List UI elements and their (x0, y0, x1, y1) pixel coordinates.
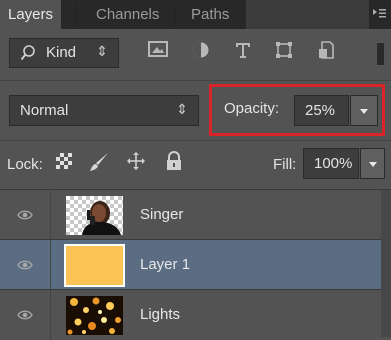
filter-kind-dropdown[interactable]: Kind ⇕ (9, 38, 119, 68)
layer-row-lights[interactable]: Lights (0, 290, 391, 340)
column-divider (50, 290, 51, 340)
updown-arrows-icon: ⇕ (176, 101, 188, 117)
fill-slider-button[interactable] (360, 148, 385, 179)
fill-label: Fill: (273, 156, 297, 173)
image-filter-icon[interactable] (145, 40, 171, 66)
tab-layers[interactable]: Layers (0, 0, 62, 29)
visibility-toggle[interactable] (0, 240, 50, 290)
smart-object-filter-icon[interactable] (313, 40, 339, 66)
fill-input[interactable]: 100% (303, 148, 359, 179)
lock-label: Lock: (7, 156, 43, 173)
layer-row-layer-1[interactable]: Layer 1 (0, 240, 391, 290)
layer-name[interactable]: Lights (140, 306, 180, 323)
blend-mode-value: Normal (20, 102, 69, 119)
dropdown-arrow-icon (368, 161, 377, 167)
search-icon (20, 44, 36, 62)
layer-thumbnail (66, 196, 123, 235)
opacity-input[interactable]: 25% (294, 95, 349, 126)
eye-icon (17, 210, 33, 220)
divider (0, 80, 391, 81)
filter-kind-label: Kind (46, 44, 77, 61)
tab-channels[interactable]: Channels (88, 0, 167, 29)
layer-name[interactable]: Layer 1 (140, 256, 190, 273)
divider (0, 140, 391, 141)
layers-panel: Layers Channels Paths Kind ⇕ Normal ⇕ Op… (0, 0, 391, 340)
shape-filter-icon[interactable] (271, 40, 297, 66)
column-divider (50, 190, 51, 240)
column-divider (50, 240, 51, 290)
lock-transparent-pixels-icon[interactable] (51, 151, 77, 177)
layer-thumbnail (66, 296, 123, 335)
lock-position-icon[interactable] (123, 151, 149, 177)
tab-divider (76, 5, 77, 25)
eye-icon (17, 310, 33, 320)
blend-mode-dropdown[interactable]: Normal ⇕ (9, 95, 199, 126)
filter-toggle-switch[interactable] (376, 42, 385, 66)
layers-scrollbar[interactable] (381, 190, 391, 337)
layer-name[interactable]: Singer (140, 206, 183, 223)
dropdown-arrow-icon (360, 108, 368, 114)
opacity-label: Opacity: (224, 100, 280, 117)
tab-bar-filler (246, 0, 369, 29)
opacity-slider-button[interactable] (350, 95, 378, 126)
layer-thumbnail (66, 246, 123, 285)
visibility-toggle[interactable] (0, 190, 50, 240)
layer-row-singer[interactable]: Singer (0, 190, 391, 240)
type-filter-icon[interactable] (230, 40, 256, 66)
visibility-toggle[interactable] (0, 290, 50, 340)
adjustment-filter-icon[interactable] (188, 40, 214, 66)
lock-image-pixels-icon[interactable] (86, 151, 112, 177)
updown-arrows-icon: ⇕ (96, 43, 108, 59)
tab-divider (174, 5, 175, 25)
panel-tab-bar: Layers Channels Paths (0, 0, 391, 29)
eye-icon (17, 260, 33, 270)
lock-all-icon[interactable] (161, 151, 187, 177)
opacity-value: 25% (305, 102, 336, 119)
fill-value: 100% (314, 155, 353, 172)
panel-menu-icon[interactable] (371, 6, 387, 22)
tab-paths[interactable]: Paths (183, 0, 237, 29)
